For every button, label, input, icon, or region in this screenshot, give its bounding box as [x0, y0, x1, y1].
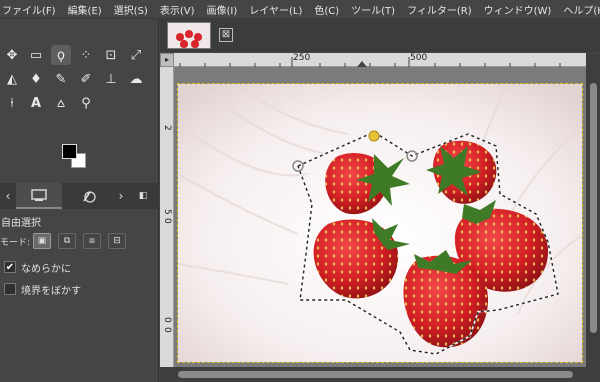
crop-icon[interactable]: ⊡: [101, 45, 121, 65]
color-swatches[interactable]: [62, 144, 92, 170]
zoom-icon[interactable]: ⚲: [76, 93, 96, 113]
menu-windows[interactable]: ウィンドウ(W): [484, 2, 552, 17]
transform-icon[interactable]: ⤢: [126, 45, 146, 65]
fuzzy-select-icon[interactable]: ⁘: [76, 45, 96, 65]
ruler-corner-icon[interactable]: ▸: [160, 53, 174, 67]
vertical-scrollbar[interactable]: [586, 53, 600, 367]
vertical-scroll-thumb[interactable]: [590, 83, 597, 333]
tab-menu-icon[interactable]: ◧: [134, 183, 152, 209]
paths-icon[interactable]: ⍿: [2, 93, 22, 113]
mode-row: モード: ▣ ⧉ ⧈ ⊟: [0, 232, 133, 250]
menu-colors[interactable]: 色(C): [314, 2, 339, 17]
menu-file[interactable]: ファイル(F): [2, 2, 56, 17]
tool-options-title: 自由選択: [1, 218, 41, 229]
toolbox: ✥ ▭ ϙ ⁘ ⊡ ⤢ ◭ ♦ ✎ ✐ ⊥ ☁ ⍿ A ⩟ ⚲ ‹ › ◧ 自由…: [0, 19, 159, 382]
paintbrush-icon[interactable]: ✎: [51, 69, 71, 89]
menu-help[interactable]: ヘルプ(H): [563, 2, 600, 17]
menu-tools[interactable]: ツール(T): [351, 2, 395, 17]
move-tool-icon[interactable]: ✥: [2, 45, 22, 65]
close-image-icon[interactable]: ⊠: [219, 28, 233, 42]
vruler-tick-b: 5: [162, 209, 172, 215]
foreground-color-swatch[interactable]: [62, 144, 77, 159]
vruler-tick-a: 2: [162, 125, 172, 131]
menu-view[interactable]: 表示(V): [160, 2, 195, 17]
horizontal-ruler[interactable]: 250 500: [160, 53, 586, 67]
rect-select-icon[interactable]: ▭: [26, 45, 46, 65]
tab-device-status[interactable]: [72, 183, 106, 209]
tab-scroll-left-icon[interactable]: ‹: [0, 183, 16, 209]
menu-bar: ファイル(F) 編集(E) 選択(S) 表示(V) 画像(I) レイヤー(L) …: [0, 0, 600, 19]
menu-edit[interactable]: 編集(E): [68, 2, 102, 17]
photo-artwork: [178, 84, 582, 362]
image-canvas[interactable]: [174, 67, 586, 367]
text-tool-icon[interactable]: A: [26, 93, 46, 113]
antialias-option[interactable]: ✔ なめらかに: [4, 259, 71, 275]
mode-subtract-button[interactable]: ⧈: [83, 233, 102, 249]
vertical-ruler[interactable]: 2 5 0 0 0: [160, 67, 174, 367]
image-thumbnail[interactable]: [167, 22, 211, 49]
horizontal-scroll-thumb[interactable]: [178, 371, 573, 378]
dock-tab-bar: ‹ › ◧: [0, 183, 159, 209]
vruler-tick-c: 0: [162, 218, 172, 224]
tab-tool-options[interactable]: [16, 183, 62, 209]
tab-scroll-right-icon[interactable]: ›: [112, 183, 130, 209]
menu-image[interactable]: 画像(I): [207, 2, 238, 17]
feather-checkbox[interactable]: [4, 283, 16, 295]
antialias-checkbox[interactable]: ✔: [4, 261, 16, 273]
vruler-tick-e: 0: [162, 327, 172, 333]
strawberry-photo[interactable]: [177, 83, 583, 363]
ink-icon[interactable]: ♦: [26, 69, 46, 89]
menu-layer[interactable]: レイヤー(L): [249, 2, 302, 17]
ruler-marks: [179, 57, 561, 67]
vruler-tick-d: 0: [162, 317, 172, 323]
bucket-fill-icon[interactable]: ◭: [2, 69, 22, 89]
mode-add-button[interactable]: ⧉: [58, 233, 77, 249]
menu-select[interactable]: 選択(S): [114, 2, 148, 17]
color-picker-icon[interactable]: ⩟: [51, 93, 71, 113]
tool-options-icon: [31, 188, 47, 201]
eraser-icon[interactable]: ✐: [76, 69, 96, 89]
free-select-icon[interactable]: ϙ: [51, 45, 71, 65]
feather-label: 境界をぼかす: [21, 285, 81, 297]
feather-option[interactable]: 境界をぼかす: [4, 281, 81, 297]
device-status-icon: [83, 191, 96, 203]
clone-icon[interactable]: ⊥: [101, 69, 121, 89]
smudge-icon[interactable]: ☁: [126, 69, 146, 89]
antialias-label: なめらかに: [21, 263, 71, 275]
horizontal-scrollbar[interactable]: [160, 367, 600, 382]
image-tab-bar: ⊠: [160, 19, 600, 52]
menu-filters[interactable]: フィルター(R): [407, 2, 472, 17]
mode-intersect-button[interactable]: ⊟: [108, 233, 127, 249]
mode-replace-button[interactable]: ▣: [33, 233, 52, 249]
mode-label: モード:: [0, 237, 31, 248]
